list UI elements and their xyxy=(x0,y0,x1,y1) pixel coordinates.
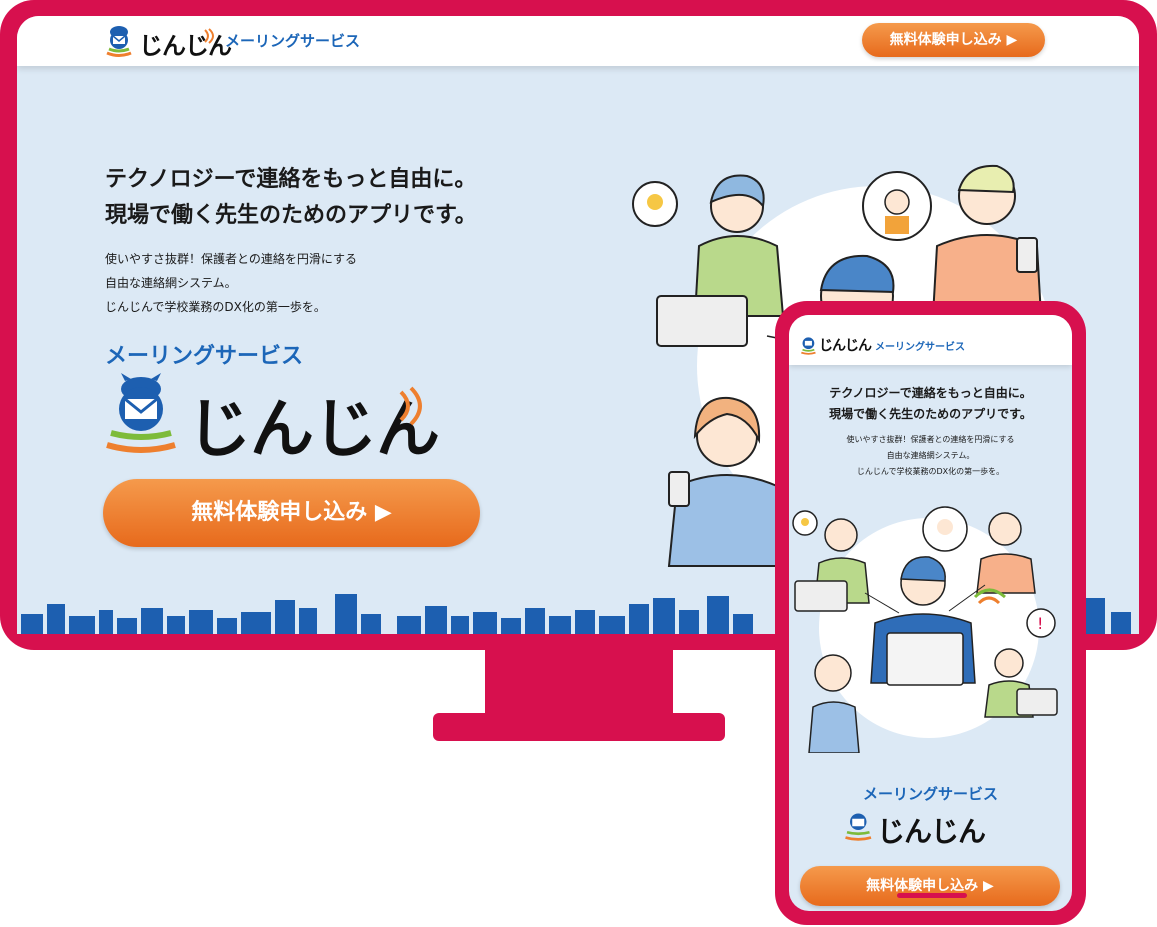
hero-description-line3: じんじんで学校業務のDX化の第一歩を。 xyxy=(105,300,326,314)
hero-service-name: メーリングサービス xyxy=(105,344,304,369)
mobile-description-line3: じんじんで学校業務のDX化の第一歩を。 xyxy=(856,467,1005,476)
signal-waves-icon xyxy=(204,28,214,44)
mobile-site-header: じんじん メーリングサービス xyxy=(789,315,1072,365)
mobile-trial-button[interactable]: 無料体験申し込み ▶ xyxy=(800,866,1060,906)
monitor-stand-neck xyxy=(485,648,673,718)
mobile-header-logo-text[interactable]: じんじん xyxy=(819,335,872,355)
mobile-mascot-large-icon xyxy=(845,813,872,841)
mobile-headline-line1: テクノロジーで連絡をもっと自由に。 xyxy=(829,386,1032,400)
smartphone-screen: じんじん メーリングサービス テクノロジーで連絡をもっと自由に。 現場で働く先生… xyxy=(789,315,1072,911)
header-service-name: メーリングサービス xyxy=(225,32,361,50)
phone-home-indicator xyxy=(897,893,967,898)
mobile-description-line2: 自由な連絡網システム。 xyxy=(886,451,975,460)
svg-text:!: ! xyxy=(1037,614,1043,633)
monitor-stand-base xyxy=(433,713,725,741)
hero-description-line1: 使いやすさ抜群！保護者との連絡を円滑にする xyxy=(105,252,358,266)
site-header: じんじん メーリングサービス 無料体験申し込み ▶ xyxy=(17,16,1139,66)
mobile-headline: テクノロジーで連絡をもっと自由に。 現場で働く先生のためのアプリです。 xyxy=(789,383,1072,425)
mascot-large-icon xyxy=(106,373,176,453)
smartphone-frame: じんじん メーリングサービス テクノロジーで連絡をもっと自由に。 現場で働く先生… xyxy=(775,301,1086,925)
mobile-headline-line2: 現場で働く先生のためのアプリです。 xyxy=(829,407,1032,421)
mascot-small-icon xyxy=(801,337,816,355)
mobile-teachers-network-illustration: ! xyxy=(792,506,1058,753)
mascot-icon xyxy=(106,26,132,57)
hero-headline: テクノロジーで連絡をもっと自由に。 現場で働く先生のためのアプリです。 xyxy=(105,162,477,234)
header-trial-button[interactable]: 無料体験申し込み ▶ xyxy=(862,23,1045,57)
mobile-bottom-logo-text: じんじん xyxy=(877,815,986,848)
hero-description: 使いやすさ抜群！保護者との連絡を円滑にする 自由な連絡網システム。 じんじんで学… xyxy=(105,247,357,319)
mobile-description-line1: 使いやすさ抜群！保護者との連絡を円滑にする xyxy=(846,435,1015,444)
hero-headline-line1: テクノロジーで連絡をもっと自由に。 xyxy=(105,167,477,192)
mobile-header-service-name: メーリングサービス xyxy=(875,342,965,353)
hero-headline-line2: 現場で働く先生のためのアプリです。 xyxy=(105,203,477,228)
signal-waves-large-icon xyxy=(399,386,422,426)
mobile-bottom-service-name: メーリングサービス xyxy=(862,785,998,803)
hero-description-line2: 自由な連絡網システム。 xyxy=(105,276,237,290)
hero-trial-button[interactable]: 無料体験申し込み ▶ xyxy=(103,479,480,547)
mobile-description: 使いやすさ抜群！保護者との連絡を円滑にする 自由な連絡網システム。 じんじんで学… xyxy=(789,432,1072,480)
header-logo-text: じんじん xyxy=(139,32,232,60)
